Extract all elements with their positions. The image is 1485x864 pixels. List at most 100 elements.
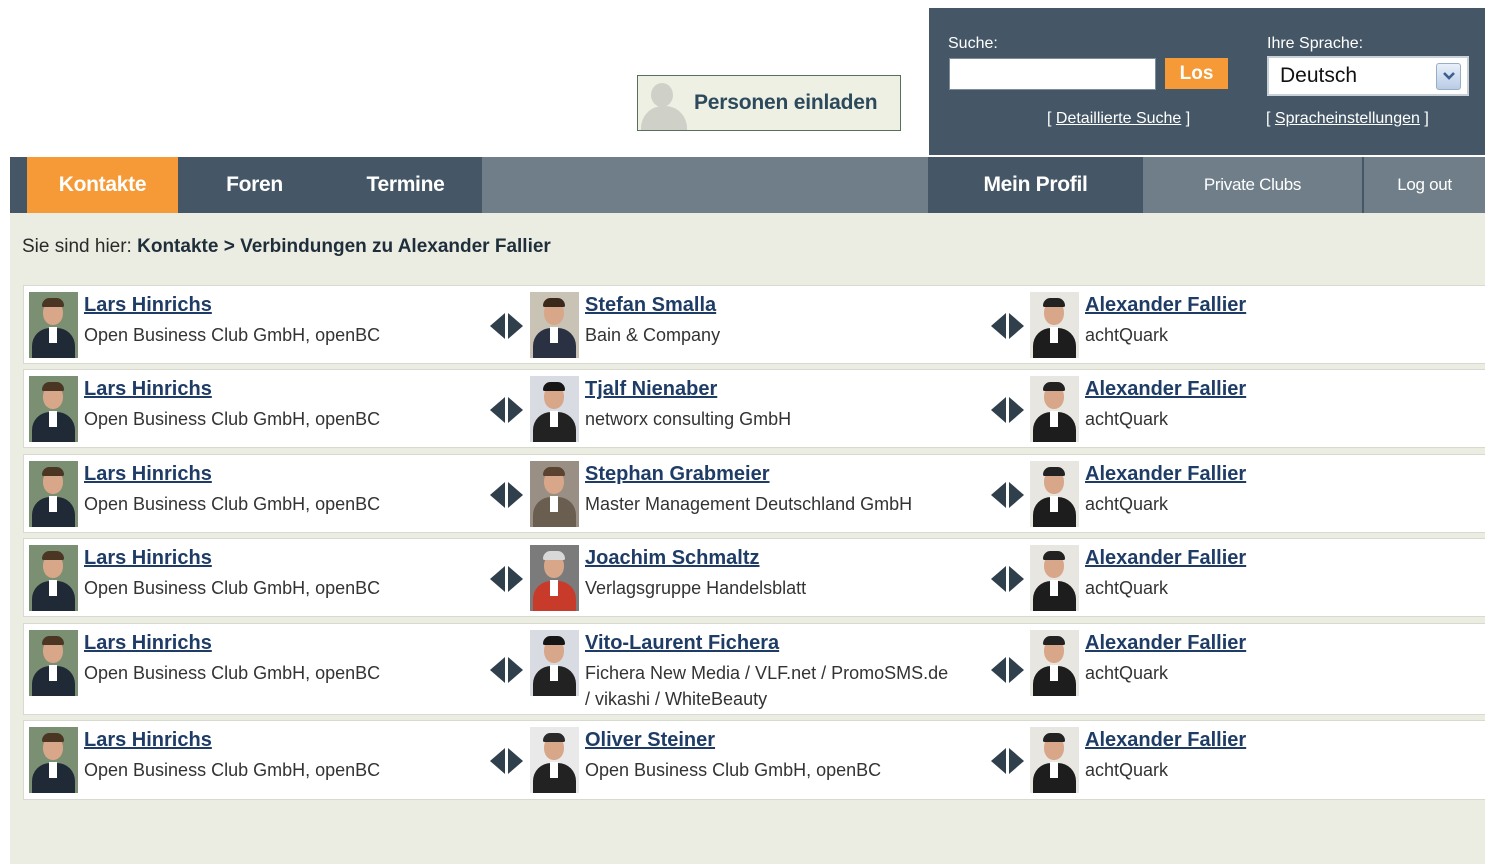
person-name-link[interactable]: Stefan Smalla (585, 294, 716, 317)
bracket-close: ] (1185, 110, 1191, 127)
person-name-link[interactable]: Lars Hinrichs (84, 378, 212, 401)
person-name-link[interactable]: Lars Hinrichs (84, 294, 212, 317)
person-name-link[interactable]: Alexander Fallier (1085, 294, 1246, 317)
person-name-link[interactable]: Alexander Fallier (1085, 463, 1246, 486)
person-photo[interactable] (530, 727, 579, 793)
person-photo[interactable] (1030, 727, 1079, 793)
invite-persons-button[interactable]: Personen einladen (637, 75, 901, 131)
person-company: achtQuark (1085, 578, 1169, 598)
bidirectional-arrow-icon (490, 657, 523, 683)
bidirectional-arrow-icon (490, 748, 523, 774)
person-photo[interactable] (1030, 292, 1079, 358)
bracket-open: [ (1047, 110, 1052, 127)
bracket-open: [ (1266, 110, 1271, 127)
person-name-link[interactable]: Oliver Steiner (585, 729, 715, 752)
person-photo[interactable] (29, 545, 78, 611)
person-company: Open Business Club GmbH, openBC (585, 760, 882, 780)
person-company: Open Business Club GmbH, openBC (84, 409, 381, 429)
bidirectional-arrow-icon (991, 397, 1024, 423)
person-company: Fichera New Media / VLF.net / PromoSMS.d… (585, 663, 949, 709)
breadcrumb: Sie sind hier: Kontakte > Verbindungen z… (22, 236, 551, 258)
person-name-link[interactable]: Lars Hinrichs (84, 632, 212, 655)
search-panel: Suche: Los Ihre Sprache: Deutsch [ Detai… (929, 8, 1485, 155)
logout-button[interactable]: Log out (1364, 157, 1485, 213)
detailed-search-link[interactable]: Detaillierte Suche (1056, 110, 1181, 127)
tab-termine[interactable]: Termine (331, 157, 480, 213)
connection-row: Lars Hinrichs Open Business Club GmbH, op… (23, 454, 1485, 533)
person-name-link[interactable]: Vito-Laurent Fichera (585, 632, 779, 655)
bidirectional-arrow-icon (490, 313, 523, 339)
person-name-link[interactable]: Alexander Fallier (1085, 547, 1246, 570)
tab-kontakte[interactable]: Kontakte (27, 157, 178, 213)
bidirectional-arrow-icon (991, 748, 1024, 774)
person-photo[interactable] (530, 292, 579, 358)
tab-mein-profil[interactable]: Mein Profil (930, 157, 1141, 213)
bidirectional-arrow-icon (490, 482, 523, 508)
person-name-link[interactable]: Stephan Grabmeier (585, 463, 770, 486)
language-select-value: Deutsch (1280, 64, 1358, 87)
detailed-search-link-wrapper: [ Detaillierte Suche ] (1047, 110, 1190, 128)
breadcrumb-prefix: Sie sind hier: (22, 236, 132, 257)
person-photo[interactable] (1030, 461, 1079, 527)
person-company: achtQuark (1085, 325, 1169, 345)
connection-row: Lars Hinrichs Open Business Club GmbH, op… (23, 623, 1485, 715)
language-label: Ihre Sprache: (1267, 35, 1364, 52)
person-silhouette-icon (638, 76, 696, 130)
person-photo[interactable] (530, 545, 579, 611)
bidirectional-arrow-icon (991, 566, 1024, 592)
person-name-link[interactable]: Lars Hinrichs (84, 463, 212, 486)
person-name-link[interactable]: Alexander Fallier (1085, 729, 1246, 752)
person-photo[interactable] (29, 461, 78, 527)
invite-persons-label: Personen einladen (694, 91, 878, 114)
person-photo[interactable] (530, 461, 579, 527)
person-name-link[interactable]: Lars Hinrichs (84, 547, 212, 570)
nav-spacer (482, 157, 928, 213)
language-settings-link[interactable]: Spracheinstellungen (1275, 110, 1420, 127)
person-company: achtQuark (1085, 760, 1169, 780)
person-photo[interactable] (530, 630, 579, 696)
tab-foren[interactable]: Foren (180, 157, 329, 213)
person-photo[interactable] (29, 727, 78, 793)
person-company: Open Business Club GmbH, openBC (84, 494, 381, 514)
person-photo[interactable] (29, 292, 78, 358)
bidirectional-arrow-icon (991, 657, 1024, 683)
person-photo[interactable] (1030, 630, 1079, 696)
search-input[interactable] (949, 58, 1156, 90)
main-nav: Kontakte Foren Termine Mein Profil Priva… (10, 157, 1485, 213)
bidirectional-arrow-icon (490, 566, 523, 592)
person-photo[interactable] (29, 376, 78, 442)
person-name-link[interactable]: Joachim Schmaltz (585, 547, 760, 570)
person-company: achtQuark (1085, 663, 1169, 683)
person-company: achtQuark (1085, 494, 1169, 514)
bidirectional-arrow-icon (490, 397, 523, 423)
connection-row: Lars Hinrichs Open Business Club GmbH, op… (23, 369, 1485, 448)
person-name-link[interactable]: Alexander Fallier (1085, 632, 1246, 655)
connection-row: Lars Hinrichs Open Business Club GmbH, op… (23, 285, 1485, 364)
language-settings-link-wrapper: [ Spracheinstellungen ] (1266, 110, 1429, 128)
person-company: Verlagsgruppe Handelsblatt (585, 578, 807, 598)
person-name-link[interactable]: Alexander Fallier (1085, 378, 1246, 401)
person-name-link[interactable]: Tjalf Nienaber (585, 378, 717, 401)
person-company: Open Business Club GmbH, openBC (84, 663, 381, 683)
search-label: Suche: (948, 35, 998, 52)
person-company: achtQuark (1085, 409, 1169, 429)
content-area: Sie sind hier: Kontakte > Verbindungen z… (10, 213, 1485, 864)
person-company: networx consulting GmbH (585, 409, 792, 429)
person-name-link[interactable]: Lars Hinrichs (84, 729, 212, 752)
person-company: Open Business Club GmbH, openBC (84, 760, 381, 780)
connection-row: Lars Hinrichs Open Business Club GmbH, op… (23, 538, 1485, 617)
person-photo[interactable] (29, 630, 78, 696)
person-photo[interactable] (530, 376, 579, 442)
search-go-button[interactable]: Los (1165, 58, 1228, 89)
person-company: Open Business Club GmbH, openBC (84, 325, 381, 345)
person-company: Open Business Club GmbH, openBC (84, 578, 381, 598)
person-company: Master Management Deutschland GmbH (585, 494, 913, 514)
language-select[interactable]: Deutsch (1267, 56, 1469, 96)
person-photo[interactable] (1030, 376, 1079, 442)
person-photo[interactable] (1030, 545, 1079, 611)
bidirectional-arrow-icon (991, 482, 1024, 508)
connection-row: Lars Hinrichs Open Business Club GmbH, op… (23, 720, 1485, 800)
chevron-down-icon[interactable] (1436, 62, 1461, 90)
tab-private-clubs[interactable]: Private Clubs (1143, 157, 1362, 213)
breadcrumb-path: Kontakte > Verbindungen zu Alexander Fal… (137, 236, 551, 257)
